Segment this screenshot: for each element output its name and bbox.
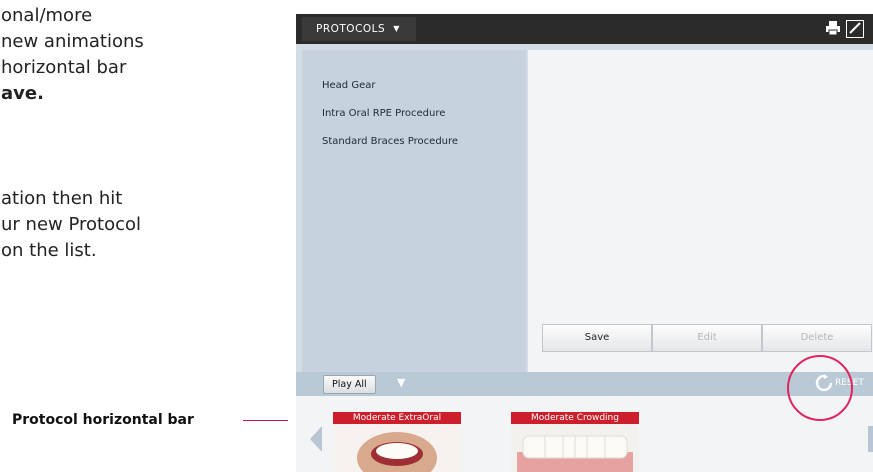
scroll-right-icon[interactable] bbox=[868, 426, 873, 452]
thumbnail-label: Moderate ExtraOral bbox=[333, 412, 461, 424]
highlight-circle bbox=[787, 355, 853, 421]
instruction-line-bold: ave. bbox=[1, 83, 44, 104]
instruction-line: on the list. bbox=[1, 240, 97, 261]
smile-image bbox=[333, 424, 461, 472]
print-icon[interactable] bbox=[824, 20, 842, 38]
edit-button[interactable]: Edit bbox=[652, 324, 762, 352]
callout-label: Protocol horizontal bar bbox=[12, 412, 194, 428]
instruction-line: ation then hit bbox=[1, 188, 123, 209]
app-window: PROTOCOLS ▼ Head Gear Intra Oral RPE Pro… bbox=[296, 14, 873, 472]
instruction-line: new animations bbox=[1, 31, 144, 52]
chevron-down-icon: ▼ bbox=[393, 24, 400, 33]
protocol-list-item[interactable]: Intra Oral RPE Procedure bbox=[322, 108, 445, 119]
animation-thumbnail[interactable]: Moderate ExtraOral bbox=[333, 412, 461, 472]
chevron-down-icon[interactable]: ▼ bbox=[397, 376, 405, 389]
instruction-line: onal/more bbox=[1, 5, 93, 26]
protocol-list-item[interactable]: Standard Braces Procedure bbox=[322, 136, 458, 147]
protocol-content-panel: Save Edit Delete bbox=[528, 50, 873, 372]
animation-thumbnail[interactable]: Moderate Crowding bbox=[511, 412, 639, 472]
save-button[interactable]: Save bbox=[542, 324, 652, 352]
instruction-line: ur new Protocol bbox=[1, 214, 141, 235]
protocol-list: Head Gear Intra Oral RPE Procedure Stand… bbox=[302, 50, 526, 372]
protocols-menu[interactable]: PROTOCOLS ▼ bbox=[302, 17, 416, 41]
protocol-horizontal-bar: Moderate ExtraOral Moderate Crowding bbox=[296, 396, 873, 472]
instruction-line: horizontal bar bbox=[1, 57, 127, 78]
delete-button[interactable]: Delete bbox=[762, 324, 872, 352]
callout-line bbox=[243, 420, 288, 421]
teeth-image bbox=[511, 424, 639, 472]
instruction-paragraph-1: onal/more new animations horizontal bar … bbox=[0, 3, 144, 107]
protocols-menu-label: PROTOCOLS bbox=[316, 23, 386, 35]
app-header: PROTOCOLS ▼ bbox=[296, 14, 873, 44]
protocol-list-item[interactable]: Head Gear bbox=[322, 80, 375, 91]
thumbnail-label: Moderate Crowding bbox=[511, 412, 639, 424]
instruction-paragraph-2: ation then hit ur new Protocol on the li… bbox=[0, 186, 141, 264]
draw-icon[interactable] bbox=[846, 20, 864, 38]
scroll-left-icon[interactable] bbox=[310, 426, 322, 452]
action-buttons: Save Edit Delete bbox=[542, 324, 873, 352]
play-all-button[interactable]: Play All bbox=[323, 375, 376, 394]
